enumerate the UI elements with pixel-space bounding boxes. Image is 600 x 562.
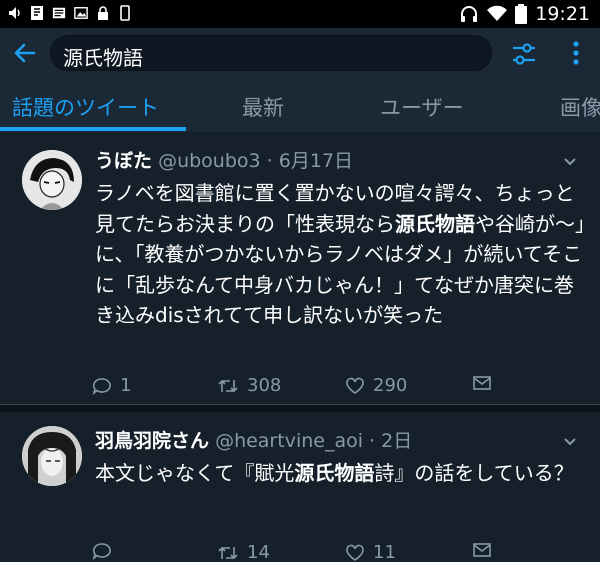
share-button[interactable]: [472, 375, 492, 391]
reply-button[interactable]: [92, 542, 120, 560]
mail-icon: [473, 543, 491, 557]
headset-icon: [461, 6, 478, 22]
reply-icon: [92, 543, 111, 560]
tweet-time: 6月17日: [278, 150, 353, 172]
tweet-dot: ·: [363, 430, 382, 452]
mail-icon: [473, 376, 491, 390]
tweet-text-part: 詩』の話をしている？: [374, 461, 574, 485]
phone-icon: [120, 5, 130, 21]
chevron-down-icon[interactable]: [562, 156, 578, 168]
tweet-actions: 1 308 290: [0, 375, 600, 399]
tweet-author-name[interactable]: うぼた: [95, 150, 152, 172]
back-arrow-icon[interactable]: [12, 40, 38, 66]
status-bar: 19:21: [0, 0, 600, 28]
search-highlight: 源氏物語: [395, 211, 475, 236]
tweet-dot: ·: [260, 150, 279, 172]
reply-icon: [92, 377, 111, 395]
retweet-button[interactable]: 14: [217, 542, 270, 562]
like-button[interactable]: 11: [345, 542, 396, 562]
tweet-author-handle[interactable]: @uboubo3: [158, 150, 261, 172]
search-query: 源氏物語: [63, 46, 143, 70]
retweet-count: 308: [247, 375, 282, 396]
share-button[interactable]: [472, 542, 492, 558]
tab-top-tweets[interactable]: 話題のツイート: [12, 92, 159, 122]
heart-icon: [346, 544, 364, 561]
retweet-icon: [218, 379, 238, 392]
battery-icon: [515, 4, 528, 24]
tweet-text-part: 本文じゃなくて『賦光: [95, 461, 295, 485]
tweet-card[interactable]: 羽鳥羽院さん @heartvine_aoi · 2日 本文じゃなくて『賦光源氏物…: [0, 412, 600, 562]
tweet-card[interactable]: うぼた @uboubo3 · 6月17日 ラノベを図書館に置く置かないの喧々諤々…: [0, 132, 600, 404]
tweet-header: うぼた @uboubo3 · 6月17日: [95, 146, 353, 173]
search-highlight: 源氏物語: [294, 461, 375, 485]
tweet-author-name[interactable]: 羽鳥羽院さん: [95, 430, 209, 452]
tweet-text: 本文じゃなくて『賦光源氏物語詩』の話をしている？: [95, 458, 585, 489]
search-toolbar: 源氏物語: [0, 28, 600, 80]
search-tabs: 話題のツイート 最新 ユーザー 画像: [0, 80, 600, 132]
news-icon: [52, 7, 66, 19]
tweet-divider: [0, 404, 600, 412]
wifi-icon: [487, 5, 508, 21]
tweet-time: 2日: [381, 430, 413, 452]
avatar-image-icon: [22, 150, 82, 210]
heart-icon: [346, 377, 364, 394]
tweet-text: ラノベを図書館に置く置かないの喧々諤々、ちょっと見てたらお決まりの「性表現なら源…: [95, 178, 585, 331]
tab-users[interactable]: ユーザー: [380, 92, 464, 122]
tab-latest[interactable]: 最新: [242, 92, 284, 122]
tweet-header: 羽鳥羽院さん @heartvine_aoi · 2日: [95, 426, 412, 453]
status-time: 19:21: [535, 3, 590, 25]
avatar[interactable]: [22, 426, 82, 486]
lock-icon: [98, 6, 108, 20]
tweet-author-handle[interactable]: @heartvine_aoi: [215, 430, 363, 452]
volume-icon: [9, 7, 20, 19]
retweet-button[interactable]: 308: [217, 375, 281, 396]
like-count: 290: [373, 375, 408, 396]
more-options-icon[interactable]: [566, 39, 586, 67]
reply-button[interactable]: 1: [92, 375, 131, 396]
tweet-feed: うぼた @uboubo3 · 6月17日 ラノベを図書館に置く置かないの喧々諤々…: [0, 132, 600, 562]
reply-count: 1: [120, 375, 132, 396]
like-button[interactable]: 290: [345, 375, 407, 396]
avatar-image-icon: [22, 426, 82, 486]
chevron-down-icon[interactable]: [562, 436, 578, 448]
like-count: 11: [373, 542, 396, 562]
image-icon: [74, 7, 88, 19]
tab-images[interactable]: 画像: [560, 92, 600, 122]
avatar[interactable]: [22, 150, 82, 210]
search-input[interactable]: 源氏物語: [50, 35, 492, 71]
filter-settings-icon[interactable]: [511, 41, 537, 67]
active-tab-indicator: [0, 127, 186, 131]
tweet-actions: 14 11: [0, 542, 600, 562]
retweet-count: 14: [247, 542, 270, 562]
retweet-icon: [218, 546, 238, 559]
document-icon: [31, 6, 43, 20]
